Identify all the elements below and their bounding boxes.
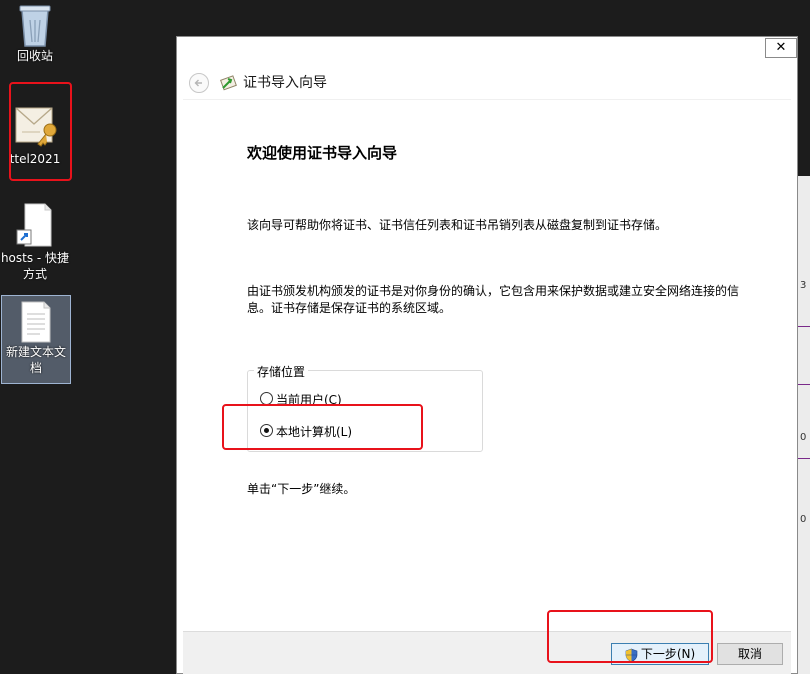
document-shortcut-icon	[16, 203, 52, 247]
highlight-box-next-button	[547, 610, 713, 663]
text-document-icon	[21, 301, 51, 343]
certificate-import-wizard-dialog: ✕ 证书导入向导 欢迎使用证书导入向导 该向导可帮助你将证书、证书信任列表和证书…	[176, 36, 798, 674]
background-tick-label: 0	[800, 432, 807, 443]
highlight-box-certificate-file	[9, 82, 72, 181]
wizard-title: 证书导入向导	[243, 75, 327, 91]
wizard-heading: 欢迎使用证书导入向导	[247, 144, 398, 162]
desktop-icon-label: 回收站	[16, 49, 53, 63]
wizard-titlebar: ✕ 证书导入向导	[177, 37, 797, 99]
wizard-content: 欢迎使用证书导入向导 该向导可帮助你将证书、证书信任列表和证书吊销列表从磁盘复制…	[183, 99, 791, 632]
wizard-description: 该向导可帮助你将证书、证书信任列表和证书吊销列表从磁盘复制到证书存储。	[247, 218, 668, 232]
close-button[interactable]: ✕	[765, 38, 797, 58]
background-tick-label: 3	[800, 280, 807, 291]
background-window-edge: 3 0 0	[798, 176, 810, 674]
desktop-icon-new-text-document[interactable]: 新建文本文档	[1, 295, 71, 384]
back-arrow-icon	[194, 79, 202, 87]
desktop-icon-label: 新建文本文档	[5, 345, 66, 375]
store-location-label: 存储位置	[254, 363, 309, 380]
back-button[interactable]	[189, 73, 209, 93]
highlight-box-local-machine	[222, 404, 423, 450]
wizard-certificate-info: 由证书颁发机构颁发的证书是对你身份的确认，它包含用来保护数据或建立安全网络连接的…	[247, 284, 740, 315]
desktop-icon-hosts-shortcut[interactable]: hosts - 快捷方式	[0, 202, 70, 282]
background-tick-label: 0	[800, 514, 807, 525]
continue-instruction: 单击“下一步”继续。	[247, 482, 356, 496]
desktop-icon-label: hosts - 快捷方式	[0, 251, 70, 281]
certificate-wizard-icon	[220, 75, 237, 91]
desktop-icon-recycle-bin[interactable]: 回收站	[0, 2, 70, 64]
recycle-bin-icon	[19, 5, 51, 47]
cancel-button[interactable]: 取消	[717, 643, 783, 665]
